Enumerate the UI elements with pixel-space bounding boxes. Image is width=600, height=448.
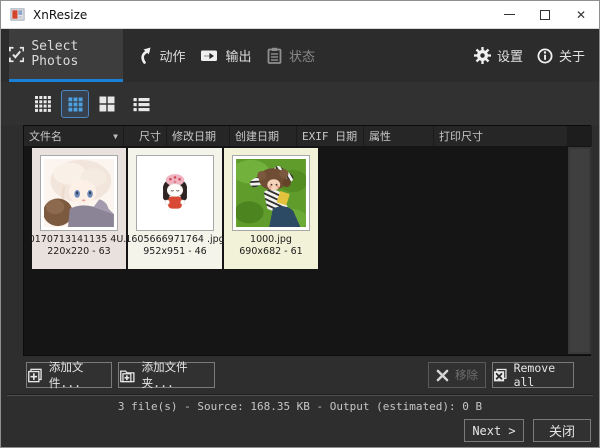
window-title: XnResize [33, 8, 87, 22]
list-view-icon [133, 97, 150, 112]
column-label: 文件名 [29, 128, 62, 144]
divider [7, 394, 593, 396]
window-controls: ✕ [491, 1, 599, 28]
file-name: 0170713141135 4U.. [29, 234, 130, 246]
thumbnail-grid: 0170713141135 4U.. 220x220 - 63 [32, 148, 318, 269]
vertical-scrollbar[interactable] [568, 147, 591, 354]
remove-all-label: Remove all [514, 361, 573, 389]
scrollbar-thumb[interactable] [570, 149, 589, 352]
add-files-label: 添加文件... [49, 359, 111, 391]
column-label: 尺寸 [139, 128, 161, 144]
file-name: 1000.jpg [250, 234, 292, 246]
thumbnail-frame [136, 155, 214, 231]
about-button[interactable]: 关于 [537, 29, 585, 82]
tab-select-photos[interactable]: Select Photos [9, 29, 123, 82]
add-folder-label: 添加文件夹... [142, 359, 214, 391]
thumbnail-frame [40, 155, 118, 231]
settings-label: 设置 [497, 46, 523, 65]
column-header-modified-date[interactable]: 修改日期 [167, 126, 230, 146]
view-large-tiles-button[interactable] [93, 90, 121, 118]
clipboard-icon [267, 47, 282, 64]
medium-grid-icon [68, 97, 83, 112]
view-small-grid-button[interactable] [29, 90, 57, 118]
column-header-size[interactable]: 尺寸 [124, 126, 167, 146]
column-header-created-date[interactable]: 创建日期 [230, 126, 297, 146]
tab-bar: Select Photos 动作 输出 状态 [1, 29, 599, 82]
export-icon [200, 48, 218, 63]
add-files-button[interactable]: 添加文件... [26, 362, 112, 388]
info-icon [537, 48, 553, 64]
column-header-filename[interactable]: 文件名 ▼ [24, 126, 124, 146]
tab-label: 动作 [159, 46, 185, 65]
column-label: 创建日期 [235, 128, 279, 144]
thumbnail-image [236, 159, 306, 227]
tab-output[interactable]: 输出 [195, 29, 257, 82]
column-label: EXIF 日期 [302, 128, 357, 144]
status-text: 3 file(s) - Source: 168.35 KB - Output (… [1, 400, 599, 413]
about-label: 关于 [559, 46, 585, 65]
remove-all-icon [493, 367, 508, 384]
sort-desc-icon: ▼ [113, 132, 118, 141]
view-toolbar [1, 82, 599, 125]
settings-button[interactable]: 设置 [474, 29, 523, 82]
app-logo-icon [10, 7, 25, 22]
file-card[interactable]: 1605666971764 .jpg 952x951 - 46 [128, 148, 222, 269]
file-dimensions: 952x951 - 46 [143, 246, 206, 258]
checkbox-select-icon [9, 46, 24, 63]
close-dialog-button[interactable]: 关闭 [533, 419, 591, 442]
xnresize-window: XnResize ✕ Select Photos 动作 [0, 0, 600, 448]
header-corner [567, 126, 592, 146]
tab-label: 状态 [289, 46, 315, 65]
close-button[interactable]: ✕ [563, 1, 599, 28]
column-label: 属性 [369, 128, 391, 144]
column-header-print-size[interactable]: 打印尺寸 [434, 126, 567, 146]
view-medium-grid-button[interactable] [61, 90, 89, 118]
add-folder-icon [119, 367, 136, 384]
next-button[interactable]: Next > [464, 419, 524, 442]
tab-status[interactable]: 状态 [261, 29, 321, 82]
gear-icon [474, 47, 491, 64]
view-list-button[interactable] [127, 90, 155, 118]
remove-all-button[interactable]: Remove all [492, 362, 574, 388]
list-header: 文件名 ▼ 尺寸 修改日期 创建日期 EXIF 日期 属性 打印尺寸 [24, 126, 567, 146]
titlebar: XnResize ✕ [1, 1, 599, 29]
file-card[interactable]: 0170713141135 4U.. 220x220 - 63 [32, 148, 126, 269]
column-label: 修改日期 [172, 128, 216, 144]
maximize-button[interactable] [527, 1, 563, 28]
column-header-exif-date[interactable]: EXIF 日期 [297, 126, 364, 146]
file-dimensions: 220x220 - 63 [47, 246, 110, 258]
thumbnail-image [44, 159, 114, 227]
tab-label: 输出 [225, 46, 251, 65]
remove-label: 移除 [455, 367, 478, 383]
remove-x-icon [436, 369, 449, 382]
add-folder-button[interactable]: 添加文件夹... [118, 362, 215, 388]
file-name: 1605666971764 .jpg [125, 234, 224, 246]
thumbnail-frame [232, 155, 310, 231]
column-label: 打印尺寸 [439, 128, 483, 144]
remove-button[interactable]: 移除 [428, 362, 486, 388]
action-arrow-icon [136, 47, 152, 64]
file-card[interactable]: 1000.jpg 690x682 - 61 [224, 148, 318, 269]
tab-action[interactable]: 动作 [131, 29, 191, 82]
thumbnail-image [140, 159, 210, 227]
column-header-attributes[interactable]: 属性 [364, 126, 434, 146]
add-file-icon [27, 367, 43, 384]
tab-label: Select Photos [31, 39, 123, 69]
file-dimensions: 690x682 - 61 [239, 246, 302, 258]
file-list: 文件名 ▼ 尺寸 修改日期 创建日期 EXIF 日期 属性 打印尺寸 [23, 125, 591, 356]
minimize-button[interactable] [491, 1, 527, 28]
large-tiles-icon [99, 96, 115, 112]
small-grid-icon [35, 96, 51, 112]
